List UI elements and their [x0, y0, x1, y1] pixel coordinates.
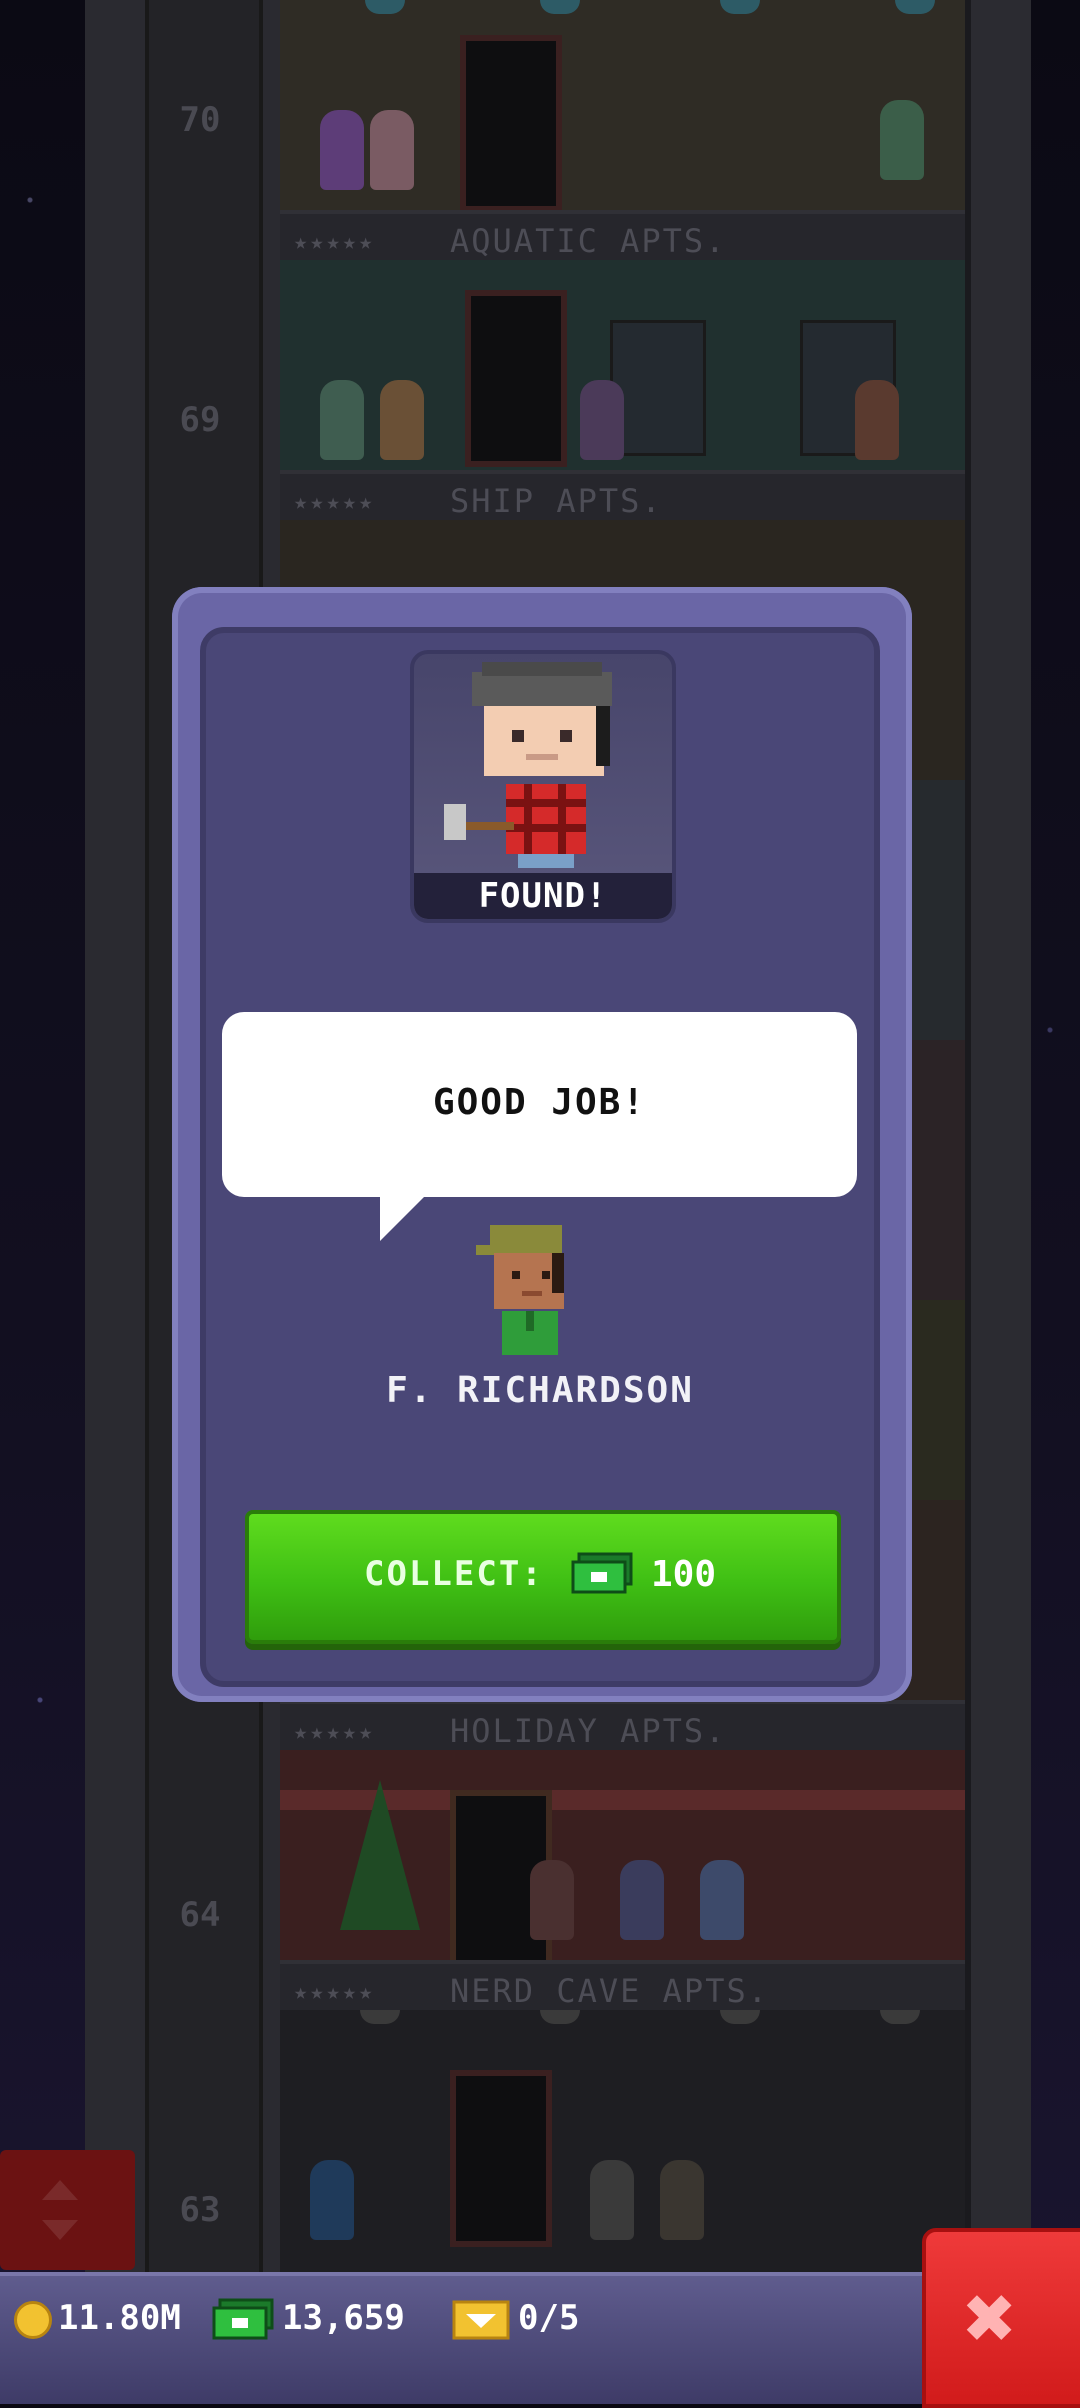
floor-holiday-apts[interactable]: ★★★★★ HOLIDAY APTS. [280, 1700, 965, 1967]
christmas-tree-icon [340, 1780, 420, 1930]
found-character-portrait: FOUND! [410, 650, 676, 923]
bux-display[interactable]: 13,659 [212, 2295, 405, 2341]
resident-avatar[interactable] [660, 2160, 704, 2240]
door [450, 2070, 552, 2247]
lumberjack-icon [444, 662, 612, 868]
resident-avatar[interactable] [880, 100, 924, 180]
lamp-icon [360, 2010, 400, 2024]
floor-number: 70 [179, 100, 221, 140]
lamp-icon [540, 2010, 580, 2024]
room-interior [280, 2010, 965, 2280]
resident-avatar[interactable] [580, 380, 624, 460]
room-interior [280, 260, 965, 470]
resident-avatar[interactable] [320, 110, 364, 190]
coins-display[interactable]: 11.80M [14, 2295, 181, 2341]
floor-name: HOLIDAY APTS. [450, 1712, 727, 1750]
lamp-icon [720, 0, 760, 14]
elevator-button[interactable] [0, 2150, 135, 2270]
floor-stars: ★★★★★ [294, 1720, 376, 1745]
found-label: FOUND! [414, 873, 672, 919]
floor-number: 69 [179, 400, 221, 440]
floor-name: SHIP APTS. [450, 482, 663, 520]
npc-name: F. RICHARDSON [386, 1370, 694, 1411]
lamp-icon [365, 0, 405, 14]
coin-icon [14, 2300, 52, 2339]
resident-avatar[interactable] [530, 1860, 574, 1940]
resident-avatar[interactable] [370, 110, 414, 190]
collect-button[interactable]: COLLECT: 100 [245, 1510, 841, 1644]
elevator-arrows-icon [42, 2180, 78, 2240]
floor-name: NERD CAVE APTS. [450, 1972, 769, 2010]
lamp-icon [880, 2010, 920, 2024]
bux-value: 13,659 [282, 2298, 405, 2338]
resident-avatar[interactable] [590, 2160, 634, 2240]
tickets-display[interactable]: 0/5 [452, 2295, 579, 2341]
resident-avatar[interactable] [855, 380, 899, 460]
speech-bubble: GOOD JOB! [222, 1012, 857, 1197]
floor-label: ★★★★★ HOLIDAY APTS. [280, 1700, 965, 1754]
tickets-value: 0/5 [518, 2298, 580, 2338]
floor-ship-apts[interactable]: ★★★★★ SHIP APTS. [280, 260, 965, 524]
resident-avatar[interactable] [310, 2160, 354, 2240]
speech-bubble-tail [380, 1195, 426, 1241]
tower-right-column [965, 0, 1031, 2280]
npc-avatar [476, 1225, 564, 1355]
collect-value: 100 [651, 1554, 717, 1595]
floor-label: ★★★★★ NERD CAVE APTS. [280, 1960, 965, 2014]
lamp-icon [895, 0, 935, 14]
close-button[interactable]: ✖ [922, 2228, 1080, 2408]
speech-text: GOOD JOB! [432, 1082, 647, 1123]
window [610, 320, 706, 456]
resident-avatar[interactable] [620, 1860, 664, 1940]
floor-label: ★★★★★ AQUATIC APTS. [280, 210, 965, 264]
resident-avatar[interactable] [700, 1860, 744, 1940]
coins-value: 11.80M [58, 2298, 181, 2338]
floor-stars: ★★★★★ [294, 230, 376, 255]
collect-label: COLLECT: [364, 1554, 544, 1594]
resident-avatar[interactable] [380, 380, 424, 460]
bux-icon [571, 1552, 633, 1594]
floor-nerd-cave-apts[interactable]: ★★★★★ NERD CAVE APTS. [280, 1960, 965, 2280]
close-icon: ✖ [964, 2266, 1017, 2369]
lamp-icon [540, 0, 580, 14]
door [465, 290, 567, 467]
bux-icon [212, 2298, 274, 2339]
floor-stars: ★★★★★ [294, 490, 376, 515]
floor-stars: ★★★★★ [294, 1980, 376, 2005]
floor-number: 63 [179, 2190, 221, 2230]
floor-aquatic-apts[interactable]: ★★★★★ AQUATIC APTS. [280, 0, 965, 264]
room-interior [280, 1750, 965, 1967]
ticket-icon [452, 2300, 510, 2339]
floor-number: 64 [179, 1895, 221, 1935]
floor-label: ★★★★★ SHIP APTS. [280, 470, 965, 524]
lamp-icon [720, 2010, 760, 2024]
resident-avatar[interactable] [320, 380, 364, 460]
room-interior [280, 0, 965, 212]
door [460, 35, 562, 212]
floor-name: AQUATIC APTS. [450, 222, 727, 260]
